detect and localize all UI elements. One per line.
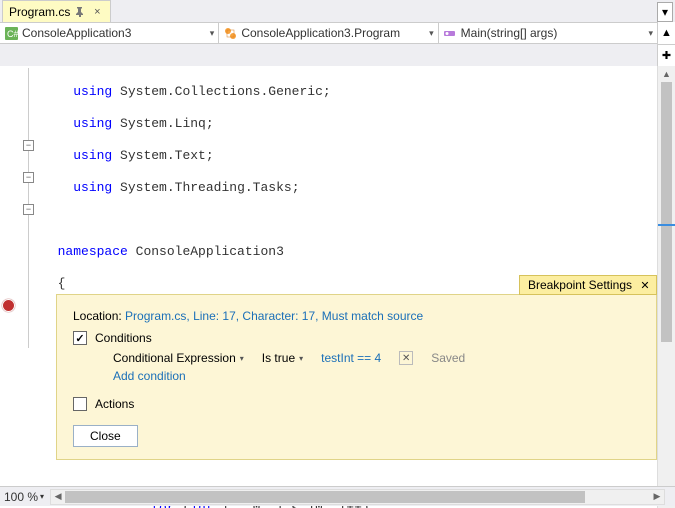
outline-collapse-icon[interactable]: − bbox=[23, 204, 34, 215]
location-link[interactable]: Program.cs, Line: 17, Character: 17, Mus… bbox=[125, 309, 423, 323]
chevron-down-icon: ▾ bbox=[662, 5, 668, 19]
nav-class[interactable]: ConsoleApplication3.Program ▾ bbox=[219, 23, 438, 43]
actions-checkbox[interactable] bbox=[73, 397, 87, 411]
actions-label: Actions bbox=[95, 397, 134, 411]
close-panel-icon[interactable]: ✕ bbox=[638, 278, 652, 292]
status-bar: 100 % ▾ ◀ ▶ bbox=[0, 486, 675, 506]
breakpoint-settings-panel: Breakpoint Settings ✕ Location: Program.… bbox=[56, 294, 657, 460]
tab-bar: Program.cs × ▾ bbox=[0, 0, 675, 22]
nav-method[interactable]: Main(string[] args) ▾ bbox=[439, 23, 657, 43]
csharp-icon: C# bbox=[4, 26, 18, 40]
scroll-thumb[interactable] bbox=[661, 82, 672, 342]
navigation-bar: C# ConsoleApplication3 ▾ ConsoleApplicat… bbox=[0, 22, 657, 44]
conditions-checkbox[interactable]: ✓ bbox=[73, 331, 87, 345]
zoom-value: 100 % bbox=[4, 490, 38, 504]
zoom-dropdown[interactable]: 100 % ▾ bbox=[4, 490, 44, 504]
outline-gutter[interactable]: − − − bbox=[18, 66, 40, 508]
saved-status: Saved bbox=[431, 351, 465, 365]
actions-checkbox-row: Actions bbox=[73, 397, 640, 411]
panel-title: Breakpoint Settings bbox=[528, 278, 632, 292]
conditions-checkbox-row: ✓ Conditions bbox=[73, 331, 640, 345]
breakpoint-location-row: Location: Program.cs, Line: 17, Characte… bbox=[73, 309, 640, 323]
nav-class-label: ConsoleApplication3.Program bbox=[241, 26, 400, 40]
svg-text:C#: C# bbox=[7, 29, 18, 39]
outline-collapse-icon[interactable]: − bbox=[23, 140, 34, 151]
location-label: Location: bbox=[73, 309, 125, 323]
breakpoint-glyph[interactable] bbox=[2, 299, 15, 312]
chevron-down-icon: ▾ bbox=[240, 354, 244, 363]
close-tab-icon[interactable]: × bbox=[90, 5, 104, 19]
class-icon bbox=[223, 26, 237, 40]
tab-filename: Program.cs bbox=[9, 5, 70, 19]
scroll-caret-marker bbox=[658, 224, 675, 226]
horizontal-scrollbar[interactable]: ◀ ▶ bbox=[50, 489, 665, 505]
pin-icon[interactable] bbox=[74, 6, 86, 18]
breakpoint-settings-titlebar: Breakpoint Settings ✕ bbox=[519, 275, 657, 295]
condition-row: Conditional Expression ▾ Is true ▾ testI… bbox=[73, 351, 640, 365]
nav-project-label: ConsoleApplication3 bbox=[22, 26, 131, 40]
condition-expression[interactable]: testInt == 4 bbox=[321, 351, 381, 365]
outline-collapse-icon[interactable]: − bbox=[23, 172, 34, 183]
scroll-left-arrow-icon[interactable]: ◀ bbox=[51, 490, 65, 504]
add-condition-link[interactable]: Add condition bbox=[73, 369, 640, 383]
nav-method-label: Main(string[] args) bbox=[461, 26, 558, 40]
breakpoint-gutter[interactable] bbox=[0, 66, 18, 508]
nav-project[interactable]: C# ConsoleApplication3 ▾ bbox=[0, 23, 219, 43]
chevron-down-icon: ▾ bbox=[299, 354, 303, 363]
split-vertical-icon[interactable]: ▲ bbox=[658, 22, 675, 45]
chevron-down-icon: ▾ bbox=[429, 28, 434, 39]
condition-type-dropdown[interactable]: Conditional Expression ▾ bbox=[113, 351, 244, 365]
file-tab[interactable]: Program.cs × bbox=[2, 0, 111, 22]
condition-mode-dropdown[interactable]: Is true ▾ bbox=[262, 351, 303, 365]
close-button[interactable]: Close bbox=[73, 425, 138, 447]
chevron-down-icon: ▾ bbox=[210, 28, 215, 39]
scroll-up-arrow-icon[interactable]: ▲ bbox=[658, 66, 675, 82]
method-icon bbox=[443, 26, 457, 40]
chevron-down-icon: ▾ bbox=[40, 492, 44, 501]
tab-overflow-dropdown[interactable]: ▾ bbox=[657, 2, 673, 22]
scroll-right-arrow-icon[interactable]: ▶ bbox=[650, 490, 664, 504]
scroll-thumb[interactable] bbox=[65, 491, 585, 503]
remove-condition-icon[interactable]: ✕ bbox=[399, 351, 413, 365]
vertical-scrollbar[interactable]: ▲ ▼ bbox=[657, 66, 675, 508]
editor-split-tools: ▲ ✚ bbox=[657, 22, 675, 66]
chevron-down-icon: ▾ bbox=[648, 28, 653, 39]
split-plus-icon[interactable]: ✚ bbox=[658, 45, 675, 67]
conditions-label: Conditions bbox=[95, 331, 152, 345]
